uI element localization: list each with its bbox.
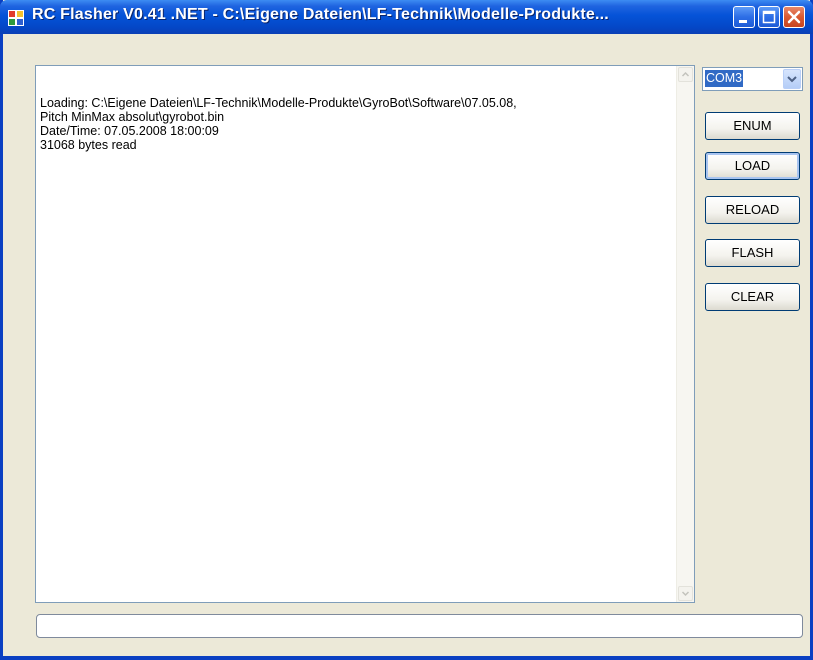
minimize-button[interactable] (733, 6, 755, 28)
window-title: RC Flasher V0.41 .NET - C:\Eigene Dateie… (32, 6, 609, 23)
com-port-select[interactable]: COM3 (702, 67, 803, 91)
close-button[interactable] (783, 6, 805, 28)
scroll-down-arrow-icon (681, 591, 690, 597)
com-port-value: COM3 (705, 70, 744, 87)
minimize-icon (739, 20, 747, 23)
log-textarea[interactable]: Loading: C:\Eigene Dateien\LF-Technik\Mo… (35, 65, 695, 603)
log-vertical-scrollbar[interactable] (676, 66, 694, 602)
load-button[interactable]: LOAD (705, 152, 800, 180)
maximize-button[interactable] (758, 6, 780, 28)
progress-bar (36, 614, 803, 638)
enum-button[interactable]: ENUM (705, 112, 800, 140)
app-window: RC Flasher V0.41 .NET - C:\Eigene Dateie… (0, 0, 813, 660)
flash-button[interactable]: FLASH (705, 239, 800, 267)
scroll-up-button[interactable] (678, 67, 693, 82)
log-text: Loading: C:\Eigene Dateien\LF-Technik\Mo… (40, 96, 517, 152)
scroll-down-button[interactable] (678, 586, 693, 601)
chevron-down-icon (787, 76, 797, 83)
reload-button[interactable]: RELOAD (705, 196, 800, 224)
scroll-up-arrow-icon (681, 71, 690, 77)
clear-button[interactable]: CLEAR (705, 283, 800, 311)
title-bar[interactable]: RC Flasher V0.41 .NET - C:\Eigene Dateie… (0, 0, 813, 34)
app-icon (8, 10, 24, 26)
maximize-icon (762, 10, 776, 24)
close-icon (787, 10, 801, 24)
com-port-dropdown-button[interactable] (783, 69, 801, 89)
